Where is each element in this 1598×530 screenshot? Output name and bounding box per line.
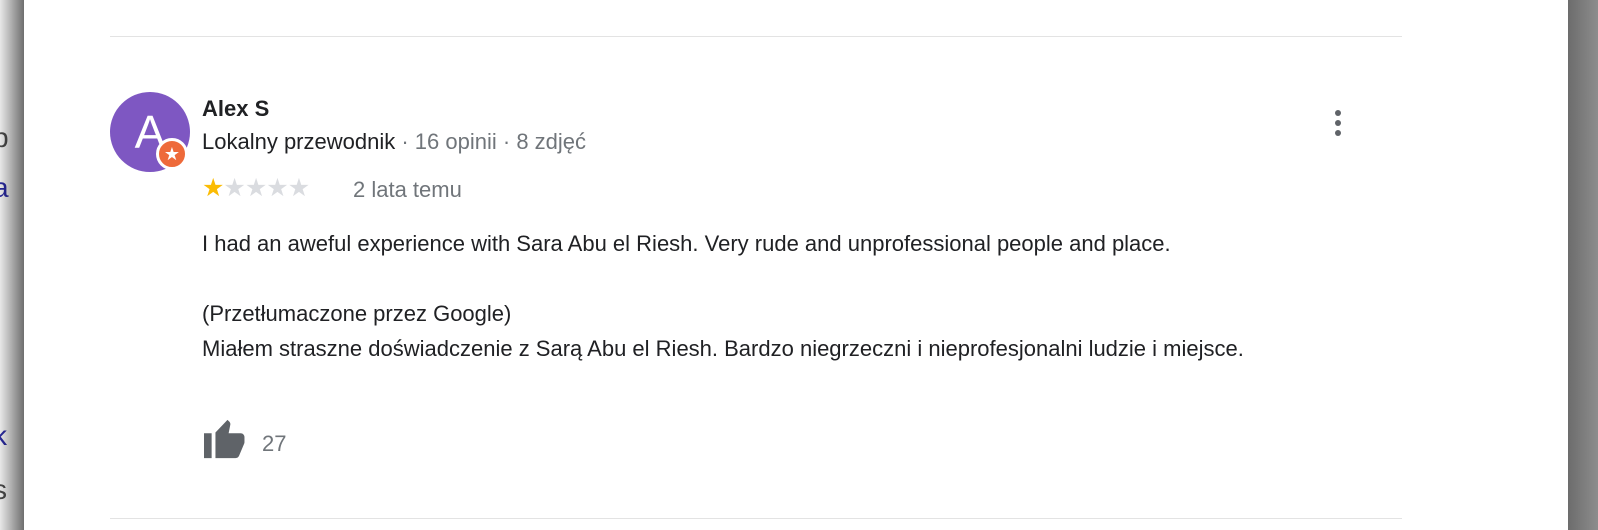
- review-text: I had an aweful experience with Sara Abu…: [202, 226, 1362, 366]
- local-guide-star-icon: ★: [156, 138, 188, 170]
- star-rating: ★★★★★: [202, 173, 310, 203]
- overlay-backdrop: [1568, 0, 1598, 530]
- reviewer-name[interactable]: Alex S: [202, 96, 269, 122]
- like-count: 27: [262, 431, 287, 456]
- thumb-up-icon[interactable]: [202, 418, 248, 460]
- translated-label: (Przetłumaczone przez Google): [202, 301, 512, 326]
- star-icon: ★: [223, 174, 245, 202]
- photos-count: 8 zdjęć: [516, 129, 587, 154]
- background-page-edge: p a t k s: [0, 0, 24, 530]
- reviewer-meta[interactable]: Lokalny przewodnik · 16 opinii · 8 zdjęć: [202, 129, 586, 155]
- star-icon: ★: [202, 174, 224, 202]
- star-icon: ★: [266, 174, 288, 202]
- star-icon: ★: [287, 174, 310, 202]
- more-vert-icon[interactable]: [1330, 110, 1346, 140]
- review-original: I had an aweful experience with Sara Abu…: [202, 231, 1171, 256]
- review-date: 2 lata temu: [353, 177, 462, 202]
- reviews-count: 16 opinii: [414, 129, 497, 154]
- reviewer-role: Lokalny przewodnik: [202, 129, 396, 154]
- review-translated: Miałem straszne doświadczenie z Sarą Abu…: [202, 336, 1244, 361]
- star-icon: ★: [244, 174, 267, 202]
- bottom-divider: [110, 518, 1402, 519]
- reviews-panel: A ★ Alex S Lokalny przewodnik · 16 opini…: [24, 0, 1568, 530]
- top-divider: [110, 36, 1402, 37]
